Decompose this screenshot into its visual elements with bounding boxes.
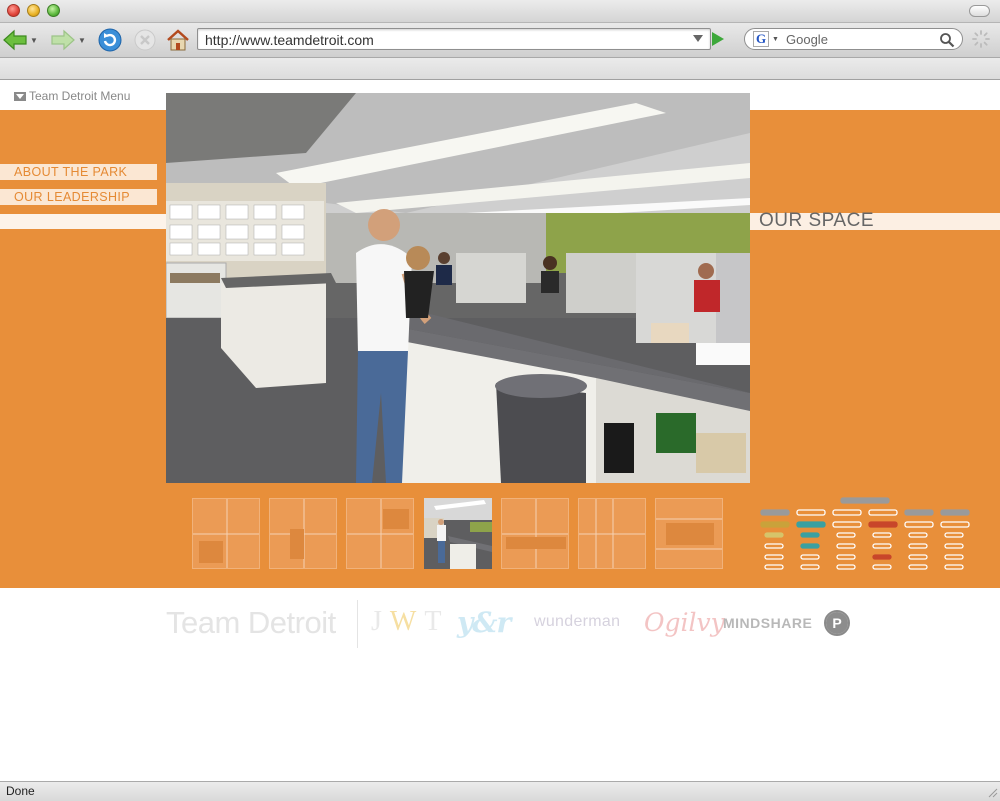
section-title: OUR SPACE — [759, 210, 875, 231]
nav-about-the-park[interactable]: ABOUT THE PARK — [0, 164, 157, 180]
home-button[interactable] — [163, 26, 193, 54]
url-history-dropdown[interactable] — [693, 35, 703, 42]
jwt-letter-j: J — [371, 606, 390, 637]
back-arrow-icon — [3, 29, 27, 51]
zoom-window-button[interactable] — [47, 4, 60, 17]
jwt-letter-w: W — [389, 606, 425, 637]
address-bar[interactable]: http://www.teamdetroit.com — [197, 28, 711, 50]
engine-dropdown-icon[interactable]: ▼ — [772, 36, 779, 43]
home-icon — [167, 29, 189, 51]
stop-icon — [134, 29, 156, 51]
thumbnail-4-selected[interactable] — [424, 498, 492, 569]
spinner-icon — [972, 30, 990, 48]
decorative-pattern — [760, 497, 970, 570]
search-icon[interactable] — [939, 32, 955, 48]
mindshare-logo[interactable]: MINDSHARE — [723, 615, 812, 631]
bookmarks-bar — [0, 58, 1000, 80]
office-photo — [166, 93, 750, 483]
team-detroit-menu[interactable]: Team Detroit Menu — [14, 89, 130, 103]
forward-arrow-icon — [51, 29, 75, 51]
google-engine-icon[interactable]: G — [753, 31, 769, 47]
window-titlebar — [0, 0, 1000, 23]
url-text: http://www.teamdetroit.com — [205, 32, 374, 48]
back-button[interactable]: ▼ — [2, 26, 38, 54]
thumbnail-5[interactable] — [501, 498, 569, 569]
wunderman-logo[interactable]: wunderman — [534, 613, 620, 631]
nav-indicator-strip — [0, 214, 170, 229]
go-button[interactable] — [712, 32, 724, 46]
thumbnail-1[interactable] — [192, 498, 260, 569]
logo-divider — [357, 600, 358, 648]
nav-our-leadership[interactable]: OUR LEADERSHIP — [0, 189, 157, 205]
yr-logo[interactable]: y&r — [457, 606, 511, 639]
menu-triangle-icon — [14, 91, 26, 101]
reload-button[interactable] — [96, 26, 124, 54]
search-box[interactable]: G ▼ Google — [744, 28, 963, 50]
back-history-dropdown[interactable]: ▼ — [30, 36, 38, 45]
jwt-letter-t: T — [424, 606, 450, 637]
status-bar: Done — [0, 781, 1000, 801]
stop-button[interactable] — [131, 26, 159, 54]
close-window-button[interactable] — [7, 4, 20, 17]
status-text: Done — [6, 784, 35, 798]
resize-grip-icon[interactable] — [986, 786, 998, 798]
p-logo-letter: P — [826, 612, 848, 634]
thumbnail-7[interactable] — [655, 498, 723, 569]
ogilvy-logo[interactable]: Ogilvy — [644, 608, 725, 637]
thumbnail-6[interactable] — [578, 498, 646, 569]
agency-logos: Team Detroit JWT y&r wunderman Ogilvy MI… — [166, 598, 866, 650]
reload-icon — [98, 28, 122, 52]
browser-toolbar: ▼ ▼ http://www.teamdetroit.com G ▼ Googl… — [0, 23, 1000, 58]
section-title-bar: OUR SPACE — [750, 210, 1000, 231]
team-detroit-logo[interactable]: Team Detroit — [166, 605, 336, 641]
forward-history-dropdown[interactable]: ▼ — [78, 36, 86, 45]
forward-button[interactable]: ▼ — [49, 26, 87, 54]
jwt-logo[interactable]: JWT — [371, 606, 449, 638]
thumbnail-2[interactable] — [269, 498, 337, 569]
minimize-window-button[interactable] — [27, 4, 40, 17]
thumbnail-3[interactable] — [346, 498, 414, 569]
p-logo[interactable]: P — [824, 610, 850, 636]
menu-label: Team Detroit Menu — [29, 89, 131, 103]
toolbar-toggle-button[interactable] — [969, 5, 990, 17]
search-placeholder: Google — [786, 32, 828, 47]
